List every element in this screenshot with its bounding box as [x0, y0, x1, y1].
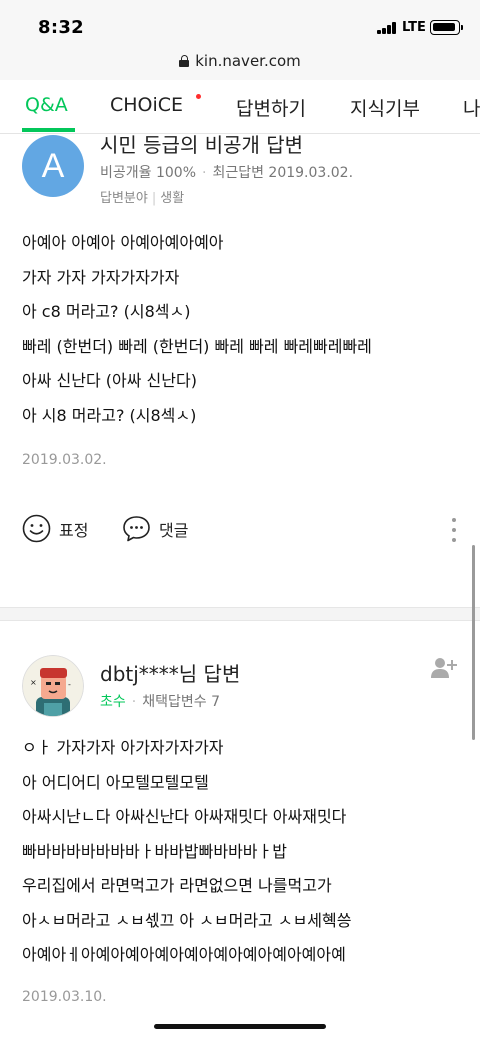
recent-answer: 최근답변 2019.03.02. [212, 165, 354, 181]
signal-icon [377, 22, 399, 34]
author-meta: 초수 · 채택답변수 7 [100, 694, 220, 710]
comment-label: 댓글 [159, 520, 189, 540]
adopted-count: 채택답변수 7 [142, 694, 220, 710]
more-icon[interactable] [452, 518, 458, 548]
body-line: 아ㅅㅂ머라고 ㅅㅂ섻끄 아 ㅅㅂ머라고 ㅅㅂ세혝씅 [22, 910, 352, 930]
answer-body: 아예아 아예아 아예아예아예아 가자 가자 가자가자가자 아 c8 머라고? (… [22, 226, 372, 433]
author-grade: 초수 [100, 694, 126, 710]
answer-title: 시민 등급의 비공개 답변 [100, 133, 304, 157]
svg-text:-: - [68, 680, 71, 689]
status-time: 8:32 [38, 17, 84, 38]
body-line: 우리집에서 라면먹고가 라면없으면 나를먹고가 [22, 876, 332, 895]
svg-text:×: × [30, 678, 37, 687]
answer-author[interactable]: dbtj****님 답변 [100, 658, 240, 687]
home-indicator[interactable] [154, 1024, 326, 1029]
battery-icon [430, 20, 460, 35]
body-line: 아 시8 머라고? (시8섹ㅅ) [22, 405, 197, 425]
body-line: ㅇㅏ 가자가자 아가자가자가자 [22, 738, 224, 757]
body-line: 아예아ㅔ아예아예아예아예아예아예아예아예아예 [22, 945, 346, 964]
body-line: 빠레 (한번더) 빠레 (한번더) 빠레 빠레 빠레빠레빠레 [22, 336, 372, 356]
new-badge [196, 94, 201, 99]
reaction-button[interactable]: 표정 [22, 514, 88, 543]
smile-icon [22, 514, 51, 543]
network-label: LTE [402, 20, 426, 35]
reaction-label: 표정 [59, 520, 89, 540]
answer-body: ㅇㅏ 가자가자 아가자가자가자 아 어디어디 아모텔모텔모텔 아싸시난ㄴ다 아싸… [22, 731, 351, 973]
comment-button[interactable]: 댓글 [122, 514, 188, 543]
answer-field: 답변분야 | 생활 [100, 191, 185, 206]
lock-icon [179, 55, 190, 67]
body-line: 아예아 아예아 아예아예아예아 [22, 233, 224, 252]
body-line: 가자 가자 가자가자가자 [22, 267, 180, 287]
answer-date: 2019.03.02. [22, 452, 107, 468]
scrollbar[interactable] [472, 545, 475, 740]
tab-answer[interactable]: 답변하기 [236, 94, 306, 121]
answer-date: 2019.03.10. [22, 989, 107, 1005]
battery-cap [461, 25, 463, 30]
body-line: 아 c8 머라고? (시8섹ㅅ) [22, 302, 191, 321]
field-label: 답변분야 [100, 191, 148, 206]
avatar[interactable]: A [22, 135, 84, 197]
status-bar: 8:32 LTE [0, 0, 480, 44]
add-user-icon[interactable] [430, 656, 458, 680]
body-line: 아싸 신난다 (아싸 신난다) [22, 371, 197, 390]
avatar[interactable]: × - [22, 655, 84, 717]
tab-choice[interactable]: CHOiCE [110, 94, 183, 116]
field-value[interactable]: 생활 [160, 191, 184, 206]
tab-bar: Q&A CHOiCE 답변하기 지식기부 나 [0, 80, 480, 134]
section-divider [0, 607, 480, 621]
tab-qna[interactable]: Q&A [25, 94, 68, 116]
body-line: 아싸시난ㄴ다 아싸신난다 아싸재밋다 아싸재밋다 [22, 807, 347, 826]
active-tab-indicator [22, 128, 75, 132]
comment-icon [123, 516, 150, 542]
answer-actions: 표정 댓글 [0, 514, 480, 550]
tab-me[interactable]: 나 [463, 94, 480, 121]
url-text: kin.naver.com [195, 52, 301, 70]
tab-donate[interactable]: 지식기부 [350, 94, 420, 121]
body-line: 아 어디어디 아모텔모텔모텔 [22, 772, 209, 792]
privacy-rate: 비공개율 100% [100, 165, 196, 181]
answer-meta: 비공개율 100% · 최근답변 2019.03.02. [100, 165, 354, 181]
body-line: 빠바바바바바바바ㅏ바바밥빠바바바ㅏ밥 [22, 841, 287, 861]
address-bar[interactable]: kin.naver.com [0, 44, 480, 80]
